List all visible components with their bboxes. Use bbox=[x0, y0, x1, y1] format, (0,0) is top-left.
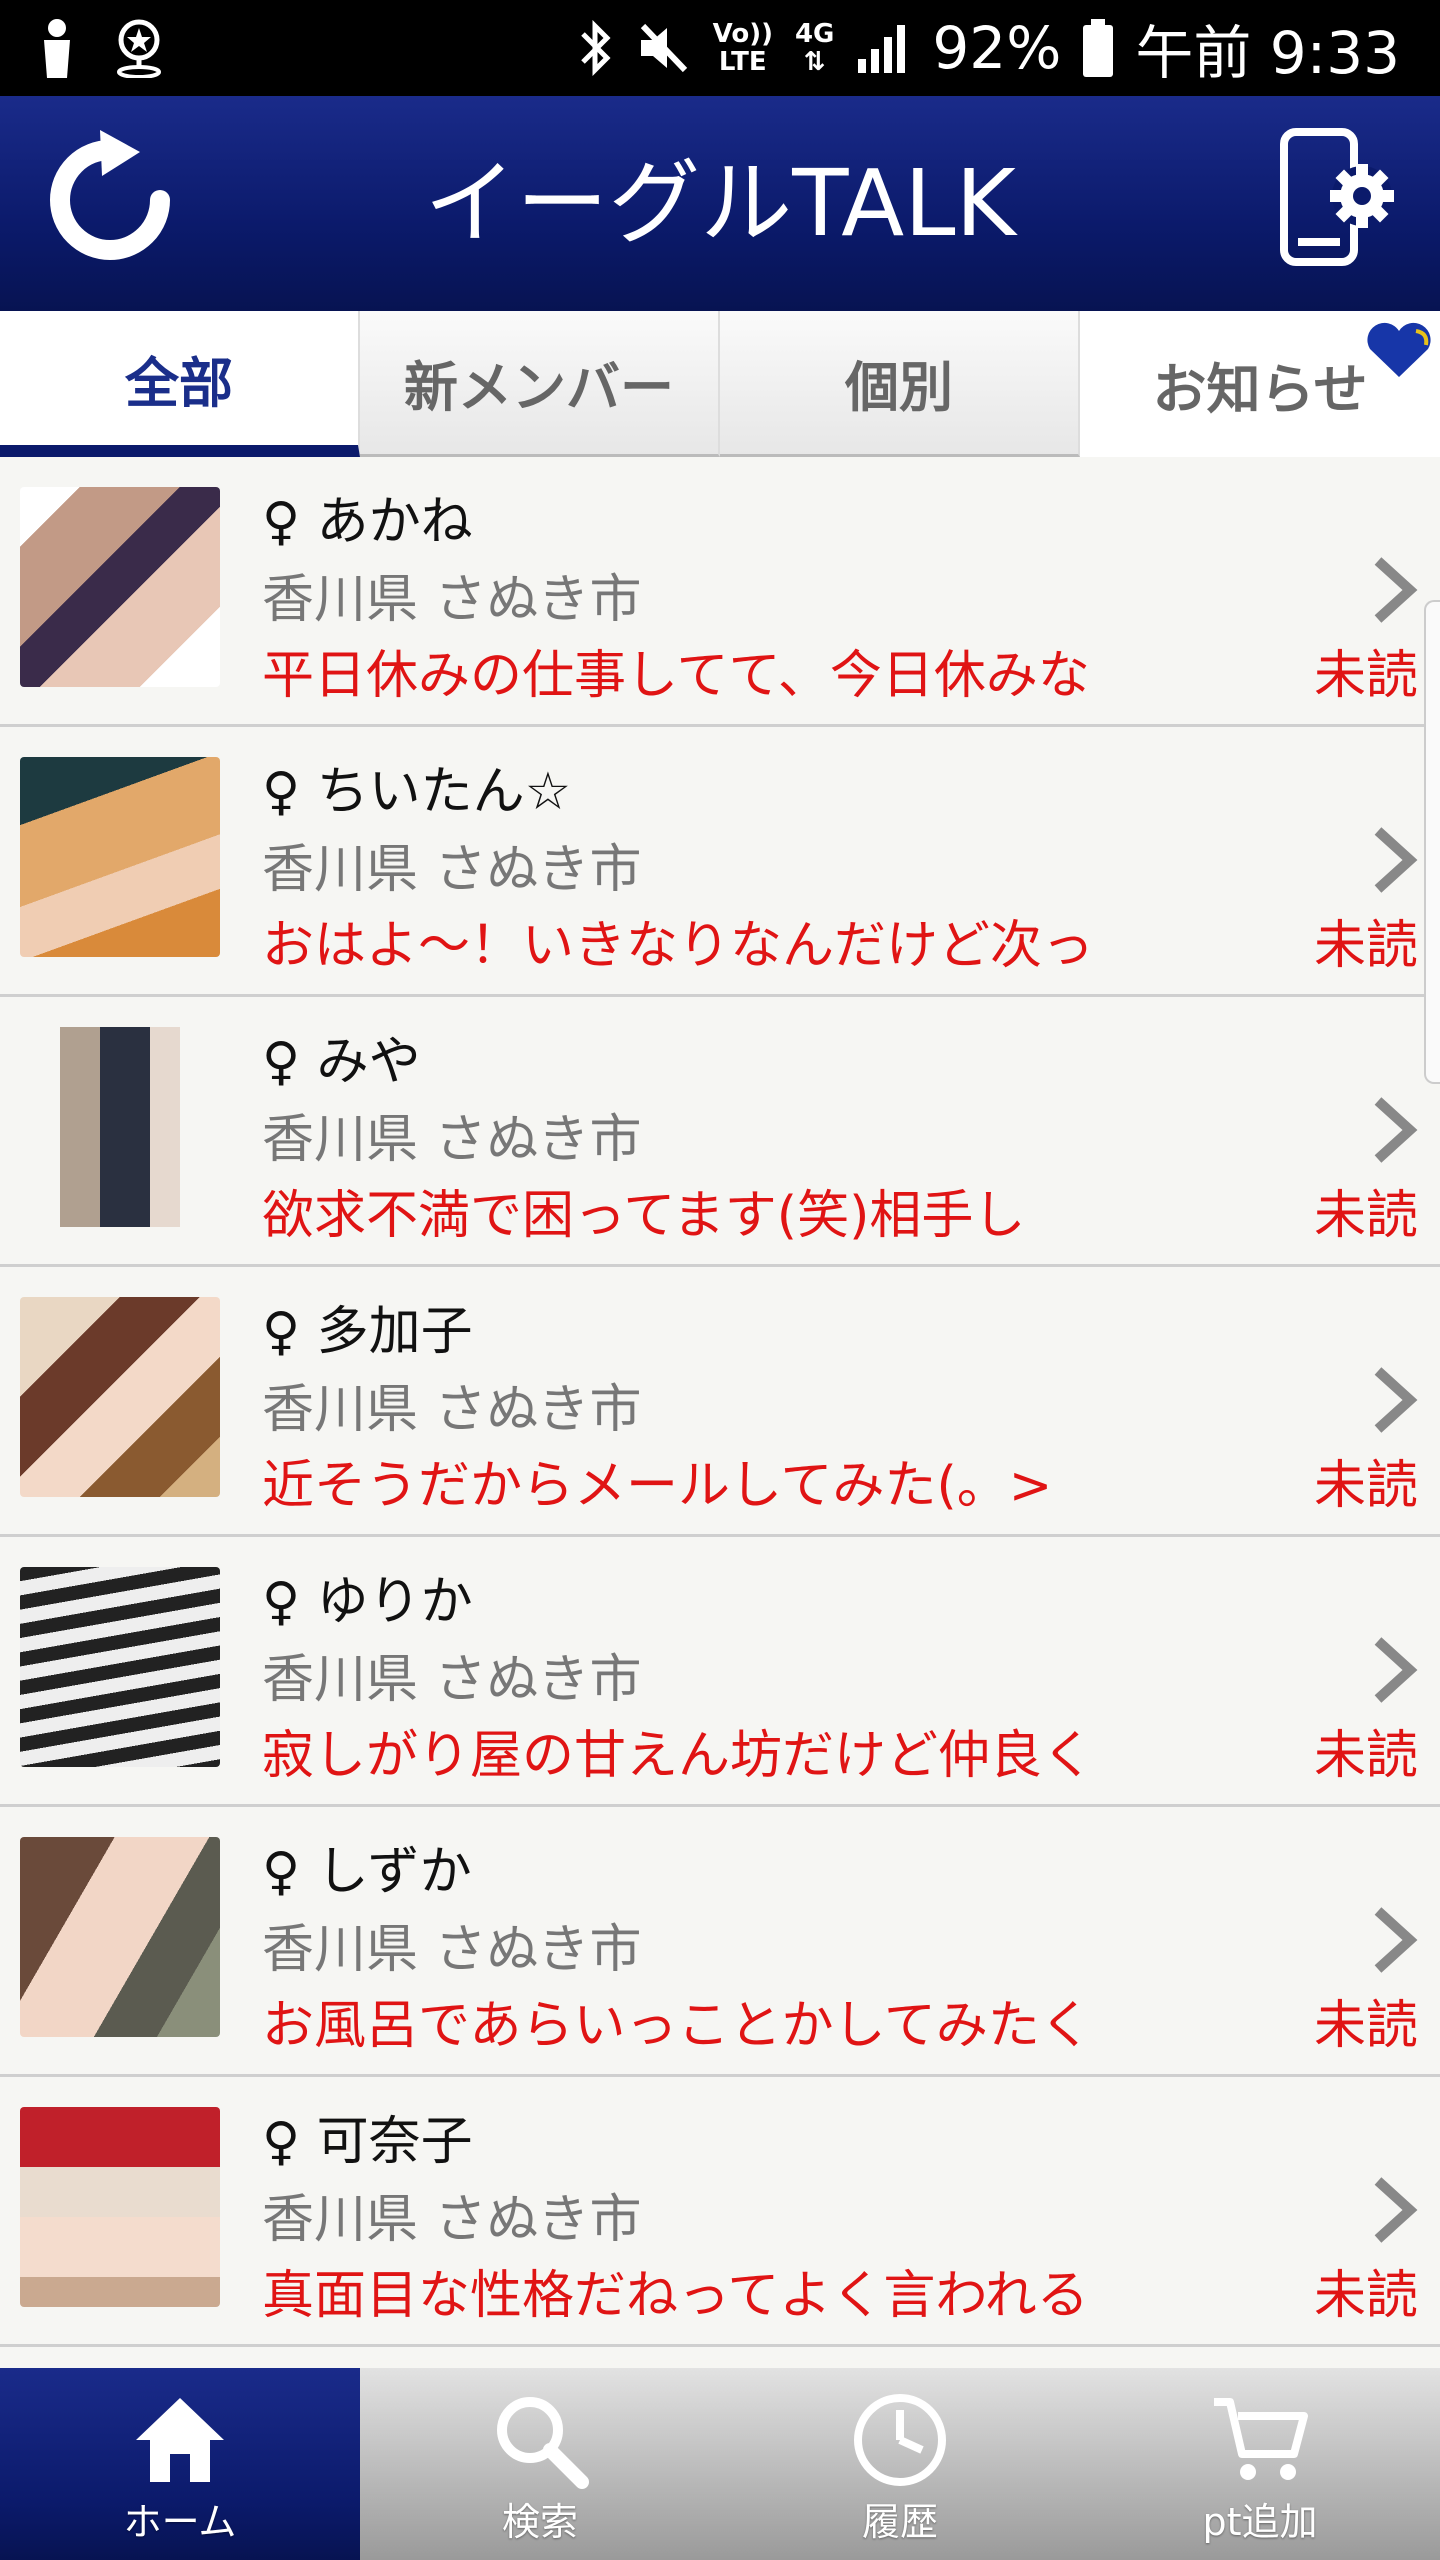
avatar bbox=[20, 1027, 220, 1227]
member-message: 欲求不満で困ってます(笑)相手し bbox=[262, 1186, 1026, 1246]
mute-icon bbox=[640, 23, 687, 73]
network-type-label: 4G bbox=[794, 19, 835, 49]
avatar bbox=[20, 1837, 220, 2037]
unread-badge: 未読 bbox=[1313, 916, 1418, 976]
clock: 午前 9:33 bbox=[1135, 19, 1400, 87]
member-list: ♀ あかね 香川県 さぬき市 平日休みの仕事してて、今日休みな 未読 ♀ ちいた… bbox=[0, 457, 1440, 2347]
chevron-right-icon bbox=[1374, 557, 1418, 623]
battery-percent: 92% bbox=[932, 14, 1062, 82]
list-item[interactable]: ♀ 可奈子 香川県 さぬき市 真面目な性格だねってよく言われる 未読 bbox=[0, 2077, 1440, 2347]
tab-individual-label: 個別 bbox=[845, 356, 953, 419]
unread-badge: 未読 bbox=[1313, 1456, 1418, 1516]
list-item[interactable]: ♀ あかね 香川県 さぬき市 平日休みの仕事してて、今日休みな 未読 bbox=[0, 457, 1440, 727]
member-name: ♀ 多加子 bbox=[262, 1302, 473, 1362]
member-location: 香川県 さぬき市 bbox=[262, 1380, 642, 1440]
member-location: 香川県 さぬき市 bbox=[262, 570, 642, 630]
avatar bbox=[20, 487, 220, 687]
data-arrows-icon: ⇅ bbox=[803, 47, 826, 77]
scroll-handle[interactable] bbox=[1424, 600, 1440, 1084]
clock-icon bbox=[854, 2394, 946, 2486]
member-name: ♀ 可奈子 bbox=[262, 2112, 473, 2172]
tab-new-members-label: 新メンバー bbox=[404, 356, 674, 419]
member-location: 香川県 さぬき市 bbox=[262, 1110, 642, 1170]
nav-history-label: 履歴 bbox=[861, 2500, 938, 2544]
tab-individual[interactable]: 個別 bbox=[720, 311, 1080, 457]
list-item[interactable]: ♀ みや 香川県 さぬき市 欲求不満で困ってます(笑)相手し 未読 bbox=[0, 997, 1440, 1267]
battery-icon bbox=[1083, 19, 1114, 77]
member-message: お風呂であらいっことかしてみたく bbox=[262, 1996, 1092, 2056]
nav-home[interactable]: ホーム bbox=[0, 2368, 360, 2560]
tab-notices[interactable]: お知らせ bbox=[1080, 311, 1440, 457]
member-location: 香川県 さぬき市 bbox=[262, 1650, 642, 1710]
chevron-right-icon bbox=[1374, 1907, 1418, 1973]
member-message: おはよ～！いきなりなんだけど次っ bbox=[262, 916, 1095, 976]
unread-badge: 未読 bbox=[1313, 1186, 1418, 1246]
app-header: イーグルTALK bbox=[0, 96, 1440, 311]
home-icon bbox=[136, 2398, 224, 2482]
bottom-navigation: ホーム 検索 履歴 pt追加 bbox=[0, 2368, 1440, 2560]
phone-settings-icon[interactable] bbox=[1280, 126, 1410, 276]
member-location: 香川県 さぬき市 bbox=[262, 840, 642, 900]
member-name: ♀ ちいたん☆ bbox=[262, 762, 572, 822]
search-icon bbox=[497, 2397, 589, 2489]
volte-bottom: LTE bbox=[718, 47, 767, 77]
chevron-right-icon bbox=[1374, 827, 1418, 893]
status-bar: Vo)) LTE 4G ⇅ 92% 午前 9:33 bbox=[0, 0, 1440, 96]
member-message: 平日休みの仕事してて、今日休みな bbox=[262, 646, 1090, 706]
nav-history[interactable]: 履歴 bbox=[720, 2368, 1080, 2560]
chevron-right-icon bbox=[1374, 1637, 1418, 1703]
tab-bar: 全部 新メンバー 個別 お知らせ bbox=[0, 311, 1440, 457]
member-message: 近そうだからメールしてみた(。> bbox=[262, 1456, 1053, 1516]
list-item[interactable]: ♀ 多加子 香川県 さぬき市 近そうだからメールしてみた(。> 未読 bbox=[0, 1267, 1440, 1537]
chevron-right-icon bbox=[1374, 1367, 1418, 1433]
nav-add-points-label: pt追加 bbox=[1202, 2500, 1318, 2544]
tab-all-label: 全部 bbox=[125, 351, 233, 415]
heart-icon bbox=[1367, 322, 1431, 377]
avatar bbox=[20, 1567, 220, 1767]
chevron-right-icon bbox=[1374, 1097, 1418, 1163]
tab-notices-label: お知らせ bbox=[1152, 357, 1368, 421]
location-star-icon bbox=[117, 19, 161, 78]
member-message: 真面目な性格だねってよく言われる bbox=[262, 2266, 1089, 2326]
nav-add-points[interactable]: pt追加 bbox=[1080, 2368, 1440, 2560]
member-location: 香川県 さぬき市 bbox=[262, 1920, 642, 1980]
person-icon bbox=[44, 19, 70, 78]
list-item[interactable]: ♀ ゆりか 香川県 さぬき市 寂しがり屋の甘えん坊だけど仲良く 未読 bbox=[0, 1537, 1440, 1807]
volte-indicator: Vo)) LTE bbox=[713, 20, 773, 76]
list-item[interactable]: ♀ しずか 香川県 さぬき市 お風呂であらいっことかしてみたく 未読 bbox=[0, 1807, 1440, 2077]
chevron-right-icon bbox=[1374, 2177, 1418, 2243]
member-name: ♀ みや bbox=[262, 1032, 421, 1092]
tab-all[interactable]: 全部 bbox=[0, 311, 360, 457]
network-type: 4G ⇅ bbox=[795, 20, 834, 76]
avatar bbox=[20, 757, 220, 957]
avatar bbox=[20, 2107, 220, 2307]
status-bar-left bbox=[40, 18, 164, 78]
volte-top: Vo)) bbox=[712, 19, 773, 49]
status-bar-right: Vo)) LTE 4G ⇅ 92% 午前 9:33 bbox=[577, 0, 1400, 96]
app-title: イーグルTALK bbox=[424, 150, 1016, 257]
member-message: 寂しがり屋の甘えん坊だけど仲良く bbox=[262, 1726, 1095, 1786]
avatar bbox=[20, 1297, 220, 1497]
list-item[interactable]: ♀ ちいたん☆ 香川県 さぬき市 おはよ～！いきなりなんだけど次っ 未読 bbox=[0, 727, 1440, 997]
nav-search[interactable]: 検索 bbox=[360, 2368, 720, 2560]
cart-icon bbox=[1214, 2398, 1308, 2480]
unread-badge: 未読 bbox=[1313, 646, 1418, 706]
unread-badge: 未読 bbox=[1313, 2266, 1418, 2326]
unread-badge: 未読 bbox=[1313, 1726, 1418, 1786]
signal-icon bbox=[858, 25, 906, 73]
member-location: 香川県 さぬき市 bbox=[262, 2190, 642, 2250]
unread-badge: 未読 bbox=[1313, 1996, 1418, 2056]
nav-home-label: ホーム bbox=[123, 2500, 237, 2544]
nav-search-label: 検索 bbox=[501, 2500, 578, 2544]
bluetooth-icon bbox=[580, 20, 611, 76]
member-name: ♀ しずか bbox=[262, 1842, 472, 1902]
member-name: ♀ あかね bbox=[262, 492, 473, 552]
member-name: ♀ ゆりか bbox=[262, 1572, 473, 1632]
tab-new-members[interactable]: 新メンバー bbox=[360, 311, 720, 457]
